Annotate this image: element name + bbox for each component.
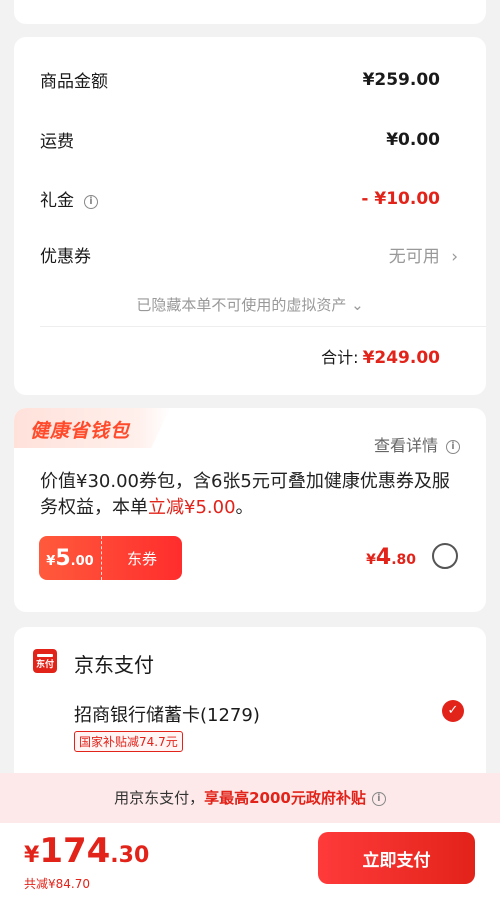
previous-card xyxy=(14,0,486,24)
pay-total: ¥174.30 xyxy=(24,831,149,871)
coupon-int: 5 xyxy=(55,545,71,571)
coupon-amount: ¥5.00 xyxy=(39,546,101,571)
chevron-down-icon: ⌄ xyxy=(351,296,364,314)
total-value: ¥249.00 xyxy=(362,348,440,368)
total-int: 174 xyxy=(39,831,111,871)
total-label: 合计: xyxy=(321,348,359,367)
coupon-row[interactable]: 优惠券 无可用 › xyxy=(40,242,458,267)
total-symbol: ¥ xyxy=(24,843,40,868)
gov-banner-highlight: 享最高2000元政府补贴 xyxy=(204,789,366,807)
gov-banner-prefix: 用京东支付， xyxy=(114,789,205,807)
price-dec: .80 xyxy=(391,552,416,568)
shipping-value: ¥0.00 xyxy=(386,129,440,150)
coupon-symbol: ¥ xyxy=(46,553,56,569)
subsidy-tag: 国家补贴减74.7元 xyxy=(74,731,183,752)
health-wallet-description: 价值¥30.00券包，含6张5元可叠加健康优惠券及服务权益，本单立减¥5.00。 xyxy=(40,469,456,521)
gift-money-value: - ¥10.00 xyxy=(361,188,440,209)
price-int: 4 xyxy=(375,545,392,570)
view-detail-link[interactable]: 查看详情 i xyxy=(374,432,460,456)
payment-card: 东付 京东支付 招商银行储蓄卡(1279) ✓ 国家补贴减74.7元 xyxy=(14,627,486,797)
total-saved: 共减¥84.70 xyxy=(24,877,90,891)
payment-method-title: 京东支付 xyxy=(74,653,154,677)
selected-check-icon[interactable]: ✓ xyxy=(442,700,464,722)
health-wallet-card: 健康省钱包 查看详情 i 价值¥30.00券包，含6张5元可叠加健康优惠券及服务权… xyxy=(14,408,486,612)
description-suffix: 。 xyxy=(235,497,254,518)
info-icon[interactable]: i xyxy=(84,195,98,209)
view-detail-text: 查看详情 xyxy=(373,436,438,455)
jd-pay-icon: 东付 xyxy=(33,649,57,673)
coupon-label: 优惠券 xyxy=(40,247,91,267)
discount-highlight: 立减¥5.00 xyxy=(148,497,236,518)
checkout-bar: ¥174.30 共减¥84.70 立即支付 xyxy=(0,823,500,901)
goods-amount-row: 商品金额 ¥259.00 xyxy=(40,67,440,93)
total-dec: .30 xyxy=(110,843,150,868)
health-wallet-radio[interactable] xyxy=(432,543,458,569)
jd-pay-icon-text: 东付 xyxy=(35,660,54,670)
gift-money-label: 礼金 xyxy=(40,191,74,211)
hidden-assets-text: 已隐藏本单不可使用的虚拟资产 xyxy=(136,296,347,314)
pay-now-button[interactable]: 立即支付 xyxy=(318,832,475,884)
price-symbol: ¥ xyxy=(366,552,376,568)
total-row: 合计: ¥249.00 xyxy=(321,344,440,368)
gov-subsidy-banner[interactable]: 用京东支付，享最高2000元政府补贴 i xyxy=(0,773,500,823)
goods-amount-value: ¥259.00 xyxy=(362,69,440,90)
health-wallet-price: ¥4.80 xyxy=(366,545,416,570)
coupon-dec: .00 xyxy=(70,553,94,569)
price-summary-card: 商品金额 ¥259.00 运费 ¥0.00 礼金 i - ¥10.00 优惠券 无… xyxy=(14,37,486,395)
info-icon: i xyxy=(446,440,460,454)
coupon-value: 无可用 xyxy=(388,247,440,267)
chevron-right-icon: › xyxy=(451,247,458,267)
hidden-assets-toggle[interactable]: 已隐藏本单不可使用的虚拟资产 ⌄ xyxy=(14,294,486,315)
goods-amount-label: 商品金额 xyxy=(40,72,108,92)
info-icon: i xyxy=(371,792,386,806)
shipping-label: 运费 xyxy=(40,132,74,152)
shipping-row: 运费 ¥0.00 xyxy=(40,127,440,153)
gift-money-row: 礼金 i - ¥10.00 xyxy=(40,186,440,212)
health-wallet-title: 健康省钱包 xyxy=(30,420,131,442)
divider xyxy=(40,326,486,327)
coupon-pill: ¥5.00 东券 xyxy=(39,536,182,580)
coupon-tag: 东券 xyxy=(126,549,157,568)
bank-card-option[interactable]: 招商银行储蓄卡(1279) xyxy=(74,701,260,727)
